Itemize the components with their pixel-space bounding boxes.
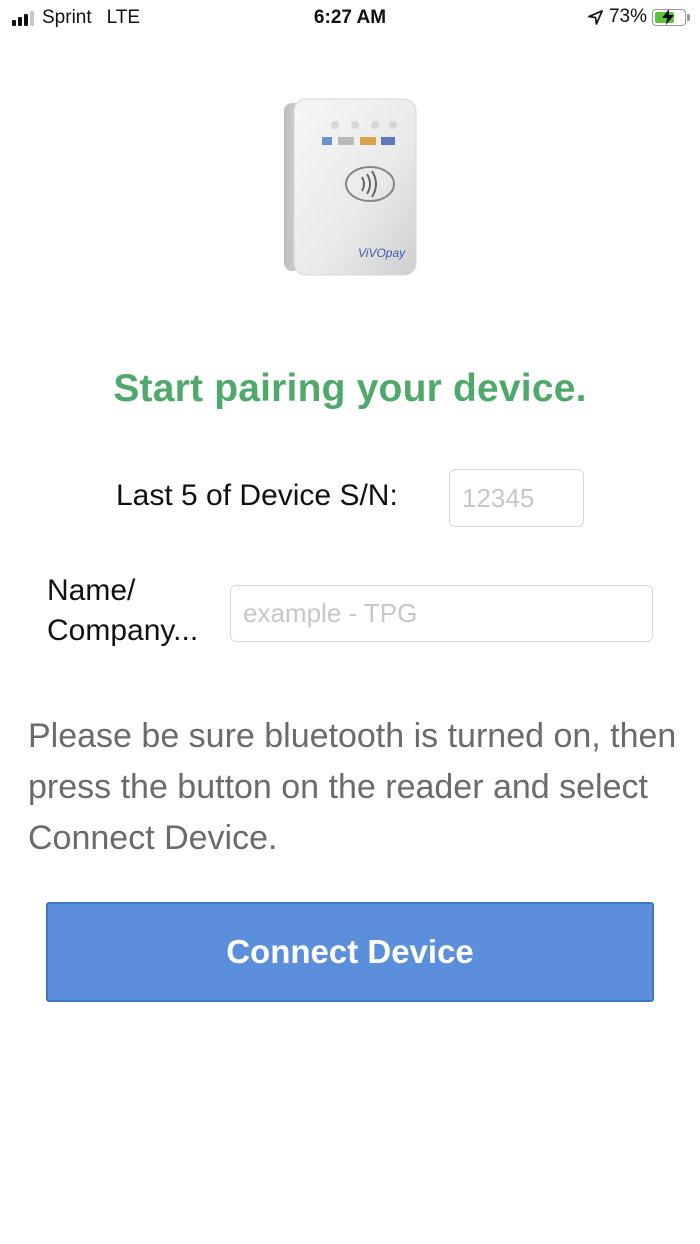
- name-company-input[interactable]: example - TPG: [230, 585, 653, 642]
- brand-logo: ViVOpay: [358, 246, 406, 260]
- serial-number-placeholder: 12345: [462, 482, 535, 513]
- name-label-line1: Name/: [47, 574, 136, 607]
- charging-bolt-icon: [662, 8, 674, 25]
- location-arrow-icon: [588, 9, 603, 25]
- battery-cap: [687, 13, 690, 21]
- serial-number-input[interactable]: 12345: [449, 469, 584, 527]
- page-title: Start pairing your device.: [113, 367, 587, 410]
- bluetooth-instructions: Please be sure bluetooth is turned on, t…: [28, 717, 677, 857]
- status-right: 73%: [588, 6, 690, 28]
- battery-icon: [652, 8, 686, 26]
- name-label-line2: Company...: [47, 614, 199, 647]
- serial-number-label: Last 5 of Device S/N:: [116, 479, 398, 512]
- name-company-placeholder: example - TPG: [243, 598, 418, 628]
- battery-percent: 73%: [608, 6, 647, 27]
- name-company-label: Name/ Company...: [47, 571, 227, 651]
- status-bar: Sprint LTE 6:27 AM 73%: [0, 0, 700, 36]
- card-reader-image: ViVOpay: [284, 98, 417, 276]
- connect-device-button[interactable]: Connect Device: [46, 902, 654, 1002]
